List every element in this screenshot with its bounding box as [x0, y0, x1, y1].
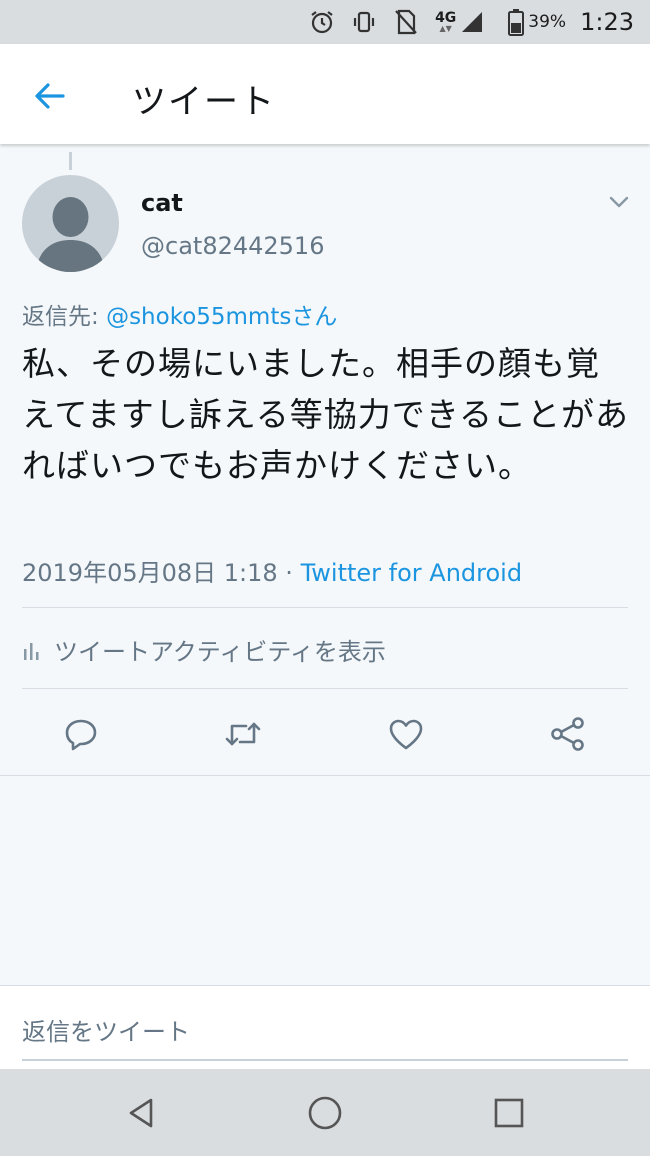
back-button[interactable] — [26, 72, 74, 120]
battery-icon — [508, 8, 525, 36]
share-button[interactable] — [546, 712, 590, 756]
network-type: 4G ▲▼ — [435, 10, 457, 33]
tweet-text: 私、その場にいました。相手の顔も覚えてますし訴える等協力できることがあればいつで… — [22, 344, 630, 485]
chevron-down-icon — [609, 196, 629, 208]
share-icon — [551, 717, 584, 751]
triangle-back-icon — [129, 1098, 153, 1128]
user-handle[interactable]: @cat82442516 — [141, 232, 324, 260]
reply-composer: 返信をツイート — [0, 985, 650, 1070]
divider — [0, 775, 650, 776]
nav-back-button[interactable] — [119, 1091, 163, 1135]
divider — [22, 688, 628, 689]
reply-to: 返信先: @shoko55mmtsさん — [22, 297, 337, 331]
thread-line — [69, 152, 72, 170]
circle-home-icon — [308, 1096, 342, 1130]
arrow-left-icon — [35, 83, 65, 109]
tweet-meta: 2019年05月08日 1:18 · Twitter for Android — [22, 553, 522, 588]
system-nav-bar — [0, 1069, 650, 1156]
like-button[interactable] — [384, 712, 428, 756]
avatar[interactable] — [22, 175, 119, 272]
page-title: ツイート — [132, 82, 276, 122]
reply-mention-link[interactable]: @shoko55mmtsさん — [106, 304, 337, 330]
bar-chart-icon — [22, 639, 42, 661]
default-avatar-icon — [36, 197, 105, 272]
retweet-button[interactable] — [221, 712, 265, 756]
divider — [22, 607, 628, 608]
alarm-icon — [309, 9, 335, 35]
reply-icon — [65, 719, 97, 751]
nav-home-button[interactable] — [303, 1091, 347, 1135]
tweet-client-link[interactable]: Twitter for Android — [301, 559, 522, 587]
user-name[interactable]: cat — [141, 189, 183, 217]
battery-percent: 39% — [528, 12, 567, 32]
reply-button[interactable] — [59, 712, 103, 756]
tweet-timestamp: 2019年05月08日 1:18 · — [22, 559, 301, 587]
app-bar: ツイート — [0, 44, 650, 144]
reply-to-prefix: 返信先: — [22, 304, 107, 330]
like-icon — [389, 719, 423, 750]
retweet-icon — [225, 722, 261, 746]
status-bar: 4G ▲▼ 39% 1:23 — [0, 0, 650, 44]
tweet-activity-link[interactable]: ツイートアクティビティを表示 — [22, 632, 386, 667]
reply-input[interactable]: 返信をツイート — [22, 1012, 190, 1047]
square-recents-icon — [494, 1098, 524, 1128]
tweet-actions — [0, 700, 650, 770]
signal-icon — [460, 10, 484, 34]
tweet-activity-label: ツイートアクティビティを表示 — [54, 638, 386, 666]
tweet-menu-button[interactable] — [604, 190, 634, 214]
reply-input-underline — [22, 1059, 628, 1061]
clock: 1:23 — [580, 8, 634, 36]
no-sim-icon — [393, 8, 419, 36]
vibrate-icon — [351, 9, 377, 35]
nav-recents-button[interactable] — [487, 1091, 531, 1135]
